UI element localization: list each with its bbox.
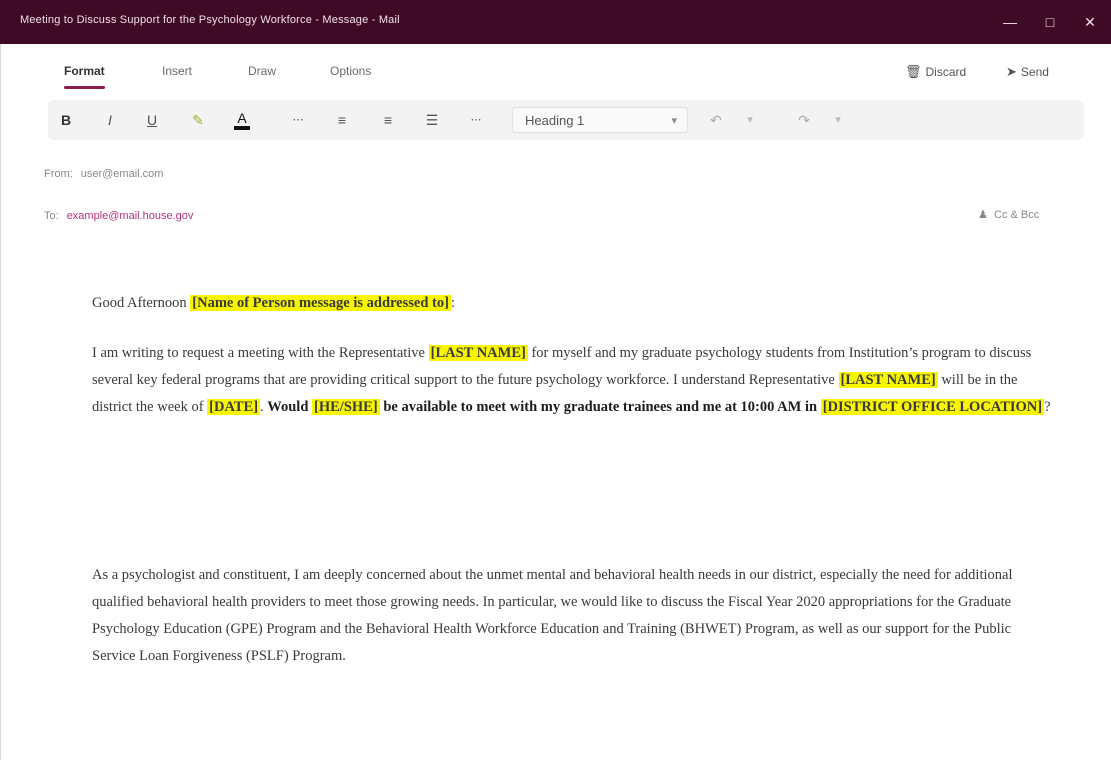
request-bold-b: be available to meet with my graduate tr… (379, 399, 821, 415)
discard-button[interactable]: 🗑 Discard (905, 64, 966, 80)
from-value: user@email.com (80, 168, 164, 180)
undo-dropdown-icon[interactable]: ▾ (742, 110, 758, 130)
underline-button[interactable]: U (144, 110, 160, 130)
tab-insert[interactable]: Insert (162, 64, 192, 78)
placeholder-date: [DATE] (207, 399, 261, 415)
trash-icon: 🗑 (905, 64, 922, 79)
placeholder-pronoun: [HE/SHE] (312, 399, 380, 415)
numbering-icon[interactable]: ≡ (380, 110, 396, 130)
send-icon: ➤ (1006, 64, 1017, 79)
greeting-text: Good Afternoon (92, 295, 191, 311)
tab-format[interactable]: Format (64, 64, 105, 89)
person-icon: ♟ (978, 209, 988, 221)
more-paragraph-icon[interactable]: ⋯ (468, 110, 484, 130)
paragraph-style-value: Heading 1 (525, 113, 585, 128)
align-icon[interactable]: ☰ (424, 110, 440, 130)
to-label: To: (44, 210, 59, 222)
format-ribbon: B I U ✎ A ⋯ ≡ ≡ ☰ ⋯ Heading 1 ▾ ↶ ▾ ↷ ▾ (48, 100, 1084, 140)
font-color-icon[interactable]: A (234, 110, 250, 130)
from-label: From: (44, 168, 73, 180)
cc-bcc-label: Cc & Bcc (994, 209, 1040, 221)
chevron-down-icon: ▾ (671, 115, 677, 127)
from-field[interactable]: From: user@email.com (44, 168, 163, 180)
request-bold-a: Would (267, 399, 313, 415)
tab-options[interactable]: Options (330, 64, 371, 78)
bullets-icon[interactable]: ≡ (334, 110, 350, 130)
discard-label: Discard (925, 65, 967, 79)
request-text-a: I am writing to request a meeting with t… (92, 345, 429, 361)
bold-button[interactable]: B (58, 110, 74, 130)
placeholder-last-name: [LAST NAME] (838, 372, 938, 388)
window-title: Meeting to Discuss Support for the Psych… (20, 14, 400, 26)
concern-paragraph: As a psychologist and constituent, I am … (92, 567, 1013, 664)
to-recipient[interactable]: example@mail.house.gov (67, 210, 194, 222)
placeholder-last-name: [LAST NAME] (428, 345, 528, 361)
minimize-icon[interactable]: — (1000, 12, 1020, 32)
send-button[interactable]: ➤ Send (1006, 64, 1049, 80)
to-field[interactable]: To: example@mail.house.gov (44, 210, 193, 222)
redo-dropdown-icon[interactable]: ▾ (830, 110, 846, 130)
send-label: Send (1020, 65, 1049, 79)
request-text-e: ? (1044, 399, 1051, 415)
greeting-end: : (450, 295, 455, 311)
request-paragraph: I am writing to request a meeting with t… (92, 340, 1052, 421)
greeting-paragraph: Good Afternoon [Name of Person message i… (92, 290, 455, 317)
maximize-icon[interactable]: □ (1040, 12, 1060, 32)
tab-draw[interactable]: Draw (248, 64, 276, 78)
paragraph-style-select[interactable]: Heading 1 ▾ (512, 107, 688, 133)
close-icon[interactable]: ✕ (1080, 12, 1100, 32)
title-bar: Meeting to Discuss Support for the Psych… (0, 0, 1111, 44)
highlight-icon[interactable]: ✎ (190, 110, 206, 130)
redo-button[interactable]: ↷ (796, 110, 812, 130)
cc-bcc-button[interactable]: ♟ Cc & Bcc (978, 208, 1039, 221)
placeholder-office-location: [DISTRICT OFFICE LOCATION] (820, 399, 1045, 415)
undo-button[interactable]: ↶ (708, 110, 724, 130)
italic-button[interactable]: I (102, 110, 118, 130)
placeholder-recipient-name: [Name of Person message is addressed to] (190, 295, 451, 311)
more-format-icon[interactable]: ⋯ (290, 110, 306, 130)
